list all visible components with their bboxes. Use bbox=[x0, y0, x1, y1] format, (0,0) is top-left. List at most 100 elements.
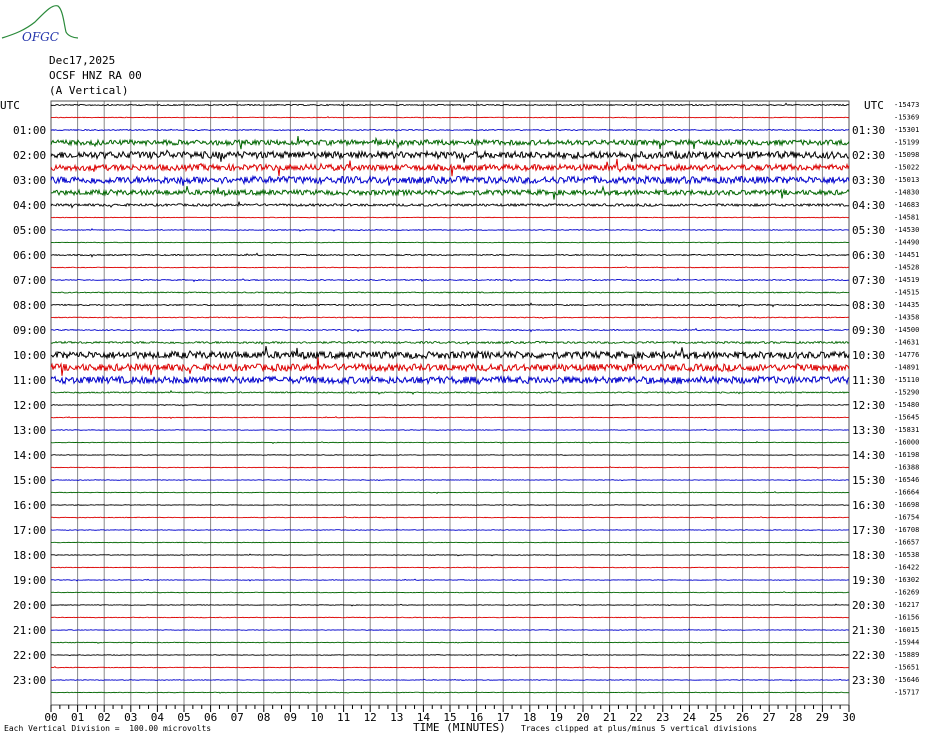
hour-label-right: 11:30 bbox=[852, 374, 885, 387]
trace-offset-label: -14891 bbox=[894, 364, 919, 372]
hour-label-right: 14:30 bbox=[852, 449, 885, 462]
hour-label-left: 21:00 bbox=[13, 624, 46, 637]
trace-offset-label: -15645 bbox=[894, 414, 919, 422]
trace-offset-label: -16422 bbox=[894, 564, 919, 572]
trace-offset-label: -14358 bbox=[894, 314, 919, 322]
x-tick-label: 04 bbox=[151, 711, 165, 724]
trace-offset-label: -16754 bbox=[894, 514, 919, 522]
x-tick-label: 11 bbox=[337, 711, 350, 724]
x-tick-label: 22 bbox=[630, 711, 643, 724]
trace-offset-label: -16708 bbox=[894, 526, 919, 534]
trace-offset-label: -16269 bbox=[894, 589, 919, 597]
hour-label-left: 02:00 bbox=[13, 149, 46, 162]
x-tick-label: 24 bbox=[683, 711, 697, 724]
trace-offset-label: -14435 bbox=[894, 301, 919, 309]
hour-label-right: 03:30 bbox=[852, 174, 885, 187]
hour-label-left: 05:00 bbox=[13, 224, 46, 237]
trace-offset-label: -15944 bbox=[894, 639, 919, 647]
trace-offset-label: -14515 bbox=[894, 289, 919, 297]
trace-offset-label: -15110 bbox=[894, 376, 919, 384]
seismic-trace bbox=[50, 216, 850, 219]
hour-label-right: 04:30 bbox=[852, 199, 885, 212]
trace-offset-label: -16198 bbox=[894, 451, 919, 459]
hour-label-right: 06:30 bbox=[852, 249, 885, 262]
trace-offset-label: -14519 bbox=[894, 276, 919, 284]
hour-label-left: 20:00 bbox=[13, 599, 46, 612]
x-tick-label: 19 bbox=[550, 711, 563, 724]
trace-offset-label: -15301 bbox=[894, 126, 919, 134]
hour-label-right: 12:30 bbox=[852, 399, 885, 412]
hour-label-left: 09:00 bbox=[13, 324, 46, 337]
trace-offset-label: -16664 bbox=[894, 489, 919, 497]
seismic-trace bbox=[50, 541, 850, 544]
trace-offset-label: -16015 bbox=[894, 626, 919, 634]
x-tick-label: 23 bbox=[656, 711, 669, 724]
x-tick-label: 13 bbox=[390, 711, 403, 724]
x-tick-label: 12 bbox=[364, 711, 377, 724]
hour-label-left: 16:00 bbox=[13, 499, 46, 512]
hour-label-left: 10:00 bbox=[13, 349, 46, 362]
trace-offset-label: -16388 bbox=[894, 464, 919, 472]
trace-offset-label: -15098 bbox=[894, 151, 919, 159]
helicorder-plot: -15473 -15369 -15301 -15199 -15098 -15022 -150… bbox=[0, 99, 919, 724]
trace-offset-label: -14683 bbox=[894, 201, 919, 209]
hour-label-right: 21:30 bbox=[852, 624, 885, 637]
hour-label-left: 22:00 bbox=[13, 649, 46, 662]
seismic-trace bbox=[50, 454, 850, 456]
x-tick-label: 26 bbox=[736, 711, 749, 724]
hour-label-right: 10:30 bbox=[852, 349, 885, 362]
x-tick-label: 27 bbox=[763, 711, 776, 724]
x-tick-label: 03 bbox=[124, 711, 137, 724]
clip-note: Traces clipped at plus/minus 5 vertical … bbox=[521, 724, 758, 733]
hour-label-right: 07:30 bbox=[852, 274, 885, 287]
trace-offset-label: -15646 bbox=[894, 676, 919, 684]
x-tick-label: 05 bbox=[177, 711, 190, 724]
x-tick-label: 08 bbox=[257, 711, 270, 724]
trace-offset-label: -16698 bbox=[894, 501, 919, 509]
x-tick-label: 02 bbox=[98, 711, 111, 724]
hour-label-right: 20:30 bbox=[852, 599, 885, 612]
trace-offset-label: -15651 bbox=[894, 664, 919, 672]
x-tick-label: 18 bbox=[523, 711, 536, 724]
x-tick-label: 10 bbox=[310, 711, 323, 724]
hour-label-left: 18:00 bbox=[13, 549, 46, 562]
hour-label-left: 12:00 bbox=[13, 399, 46, 412]
x-tick-label: 21 bbox=[603, 711, 616, 724]
hour-label-left: 11:00 bbox=[13, 374, 46, 387]
trace-offset-label: -14528 bbox=[894, 264, 919, 272]
hour-label-left: 15:00 bbox=[13, 474, 46, 487]
trace-offset-label: -15473 bbox=[894, 101, 919, 109]
hour-label-left: 13:00 bbox=[13, 424, 46, 437]
hour-label-left: 01:00 bbox=[13, 124, 46, 137]
trace-offset-label: -16217 bbox=[894, 601, 919, 609]
x-tick-label: 25 bbox=[709, 711, 722, 724]
hour-label-left: 04:00 bbox=[13, 199, 46, 212]
trace-offset-label: -15831 bbox=[894, 426, 919, 434]
hour-label-left: 14:00 bbox=[13, 449, 46, 462]
hour-label-left: 06:00 bbox=[13, 249, 46, 262]
hour-label-right: 23:30 bbox=[852, 674, 885, 687]
hour-label-right: 09:30 bbox=[852, 324, 885, 337]
hour-label-right: 02:30 bbox=[852, 149, 885, 162]
hour-label-left: 17:00 bbox=[13, 524, 46, 537]
hour-label-right: 18:30 bbox=[852, 549, 885, 562]
hour-label-right: 13:30 bbox=[852, 424, 885, 437]
trace-offset-label: -14830 bbox=[894, 189, 919, 197]
trace-offset-label: -15199 bbox=[894, 139, 919, 147]
hour-label-right: 19:30 bbox=[852, 574, 885, 587]
trace-offset-label: -14530 bbox=[894, 226, 919, 234]
hour-label-left: 08:00 bbox=[13, 299, 46, 312]
x-tick-label: 00 bbox=[44, 711, 57, 724]
trace-offset-label: -15022 bbox=[894, 164, 919, 172]
hour-label-left: 03:00 bbox=[13, 174, 46, 187]
trace-offset-label: -15480 bbox=[894, 401, 919, 409]
trace-offset-label: -15013 bbox=[894, 176, 919, 184]
hour-label-left: 19:00 bbox=[13, 574, 46, 587]
hour-label-right: 05:30 bbox=[852, 224, 885, 237]
trace-offset-label: -14776 bbox=[894, 351, 919, 359]
hour-label-right: 22:30 bbox=[852, 649, 885, 662]
hour-label-right: 16:30 bbox=[852, 499, 885, 512]
x-tick-label: 28 bbox=[789, 711, 802, 724]
hour-label-right: 15:30 bbox=[852, 474, 885, 487]
x-tick-label: 20 bbox=[576, 711, 589, 724]
